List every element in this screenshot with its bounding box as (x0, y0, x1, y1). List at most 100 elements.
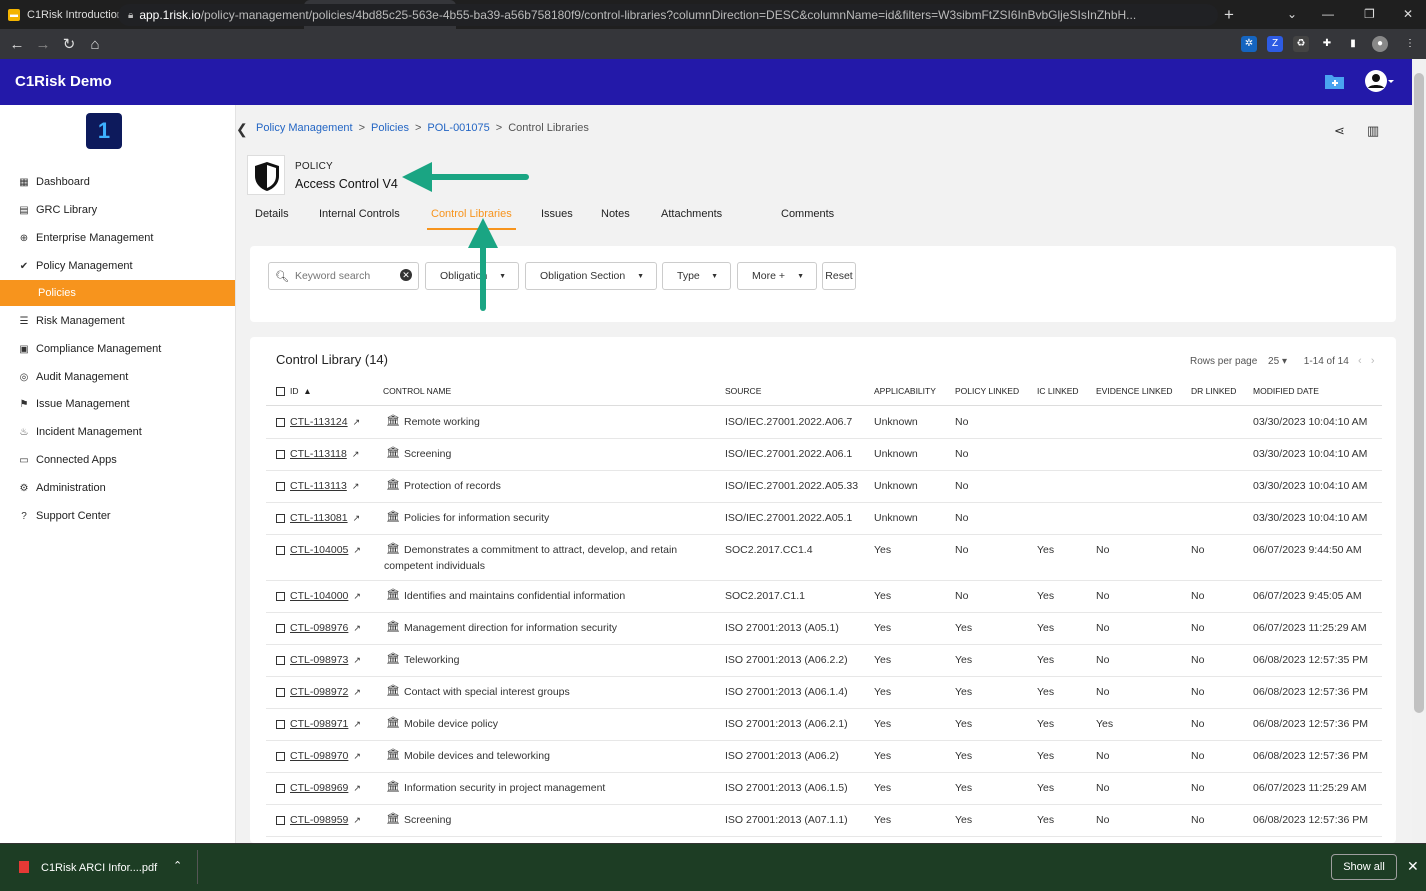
close-window-icon[interactable]: ✕ (1403, 0, 1413, 29)
sidebar-item-support-center[interactable]: ? Support Center (0, 503, 235, 529)
obligation-section-filter[interactable]: Obligation Section ▼ (525, 262, 657, 290)
control-id-link[interactable]: CTL-098959 (290, 814, 348, 826)
back-icon[interactable]: ← (4, 36, 30, 53)
row-checkbox[interactable] (276, 450, 285, 459)
prev-page-icon[interactable]: ‹ (1358, 355, 1362, 367)
column-header-policy-linked[interactable]: POLICY LINKED (955, 386, 1019, 396)
table-row[interactable]: CTL-098973 ↗ 🏛︎ Teleworking ISO 27001:2013 (… (266, 644, 1382, 677)
more-filter[interactable]: More + ▼ (737, 262, 817, 290)
sort-asc-icon[interactable]: ▲ (303, 386, 311, 396)
table-row[interactable]: CTL-113124 ↗ 🏛︎ Remote working ISO/IEC.27001… (266, 406, 1382, 439)
external-link-icon[interactable]: ↗ (353, 687, 361, 697)
table-row[interactable]: CTL-098976 ↗ 🏛︎ Management direction for in… (266, 612, 1382, 645)
tab-search-icon[interactable]: ⌄ (1287, 0, 1297, 29)
column-header-ic-linked[interactable]: IC LINKED (1037, 386, 1079, 396)
tab-control-libraries[interactable]: Control Libraries (427, 201, 516, 230)
tab-details[interactable]: Details (255, 201, 289, 230)
sidebar-item-policy-management[interactable]: ✔ Policy Management (0, 253, 235, 279)
control-id-link[interactable]: CTL-113113 (290, 480, 347, 492)
control-id-link[interactable]: CTL-098973 (290, 654, 348, 666)
recycle-extension-icon[interactable]: ♻ (1293, 36, 1309, 52)
external-link-icon[interactable]: ↗ (353, 655, 361, 665)
breadcrumb-policy-id[interactable]: POL-001075 (427, 122, 489, 134)
external-link-icon[interactable]: ↗ (353, 783, 361, 793)
tab-comments[interactable]: Comments (781, 201, 834, 230)
row-checkbox[interactable] (276, 816, 285, 825)
puzzle-icon[interactable]: ✚ (1319, 36, 1335, 52)
reload-icon[interactable]: ↻ (56, 35, 82, 53)
column-header-modified-date[interactable]: MODIFIED DATE (1253, 386, 1319, 396)
external-link-icon[interactable]: ↗ (353, 623, 361, 633)
column-header-control-name[interactable]: CONTROL NAME (383, 386, 451, 396)
forward-icon[interactable]: → (30, 36, 56, 53)
table-row[interactable]: CTL-104000 ↗ 🏛︎ Identifies and maintains co… (266, 580, 1382, 613)
home-icon[interactable]: ⌂ (82, 36, 108, 53)
control-id-link[interactable]: CTL-098969 (290, 782, 348, 794)
reset-button[interactable]: Reset (822, 262, 856, 290)
minimize-icon[interactable]: — (1322, 0, 1334, 29)
sidebar-item-dashboard[interactable]: ▦ Dashboard (0, 169, 235, 195)
tab-internal-controls[interactable]: Internal Controls (319, 201, 400, 230)
chevron-up-icon[interactable]: ⌃ (173, 859, 182, 872)
column-header-id[interactable]: ID ▲ (290, 386, 312, 396)
tab-attachments[interactable]: Attachments (661, 201, 722, 230)
column-header-source[interactable]: SOURCE (725, 386, 761, 396)
external-link-icon[interactable]: ↗ (353, 513, 361, 523)
sidebar-item-audit-management[interactable]: ◎ Audit Management (0, 364, 235, 390)
c1risk-logo[interactable]: 1 (86, 113, 122, 149)
column-header-evidence-linked[interactable]: EVIDENCE LINKED (1096, 386, 1173, 396)
table-row[interactable]: CTL-098972 ↗ 🏛︎ Contact with special intere… (266, 676, 1382, 709)
clear-search-icon[interactable]: ✕ (400, 269, 412, 281)
sidepanel-icon[interactable]: ▮ (1345, 36, 1361, 52)
table-row[interactable]: CTL-113118 ↗ 🏛︎ Screening ISO/IEC.27001.2022… (266, 438, 1382, 471)
row-checkbox[interactable] (276, 592, 285, 601)
restore-icon[interactable]: ❐ (1364, 0, 1375, 29)
breadcrumb-policies[interactable]: Policies (371, 122, 409, 134)
row-checkbox[interactable] (276, 482, 285, 491)
row-checkbox[interactable] (276, 624, 285, 633)
control-id-link[interactable]: CTL-098971 (290, 718, 348, 730)
extension-icon[interactable]: ✲ (1241, 36, 1257, 52)
control-id-link[interactable]: CTL-098972 (290, 686, 348, 698)
table-row[interactable]: CTL-098970 ↗ 🏛︎ Mobile devices and telework… (266, 740, 1382, 773)
search-input[interactable] (294, 270, 395, 282)
row-checkbox[interactable] (276, 688, 285, 697)
collapse-sidebar-icon[interactable]: ❮ (236, 121, 248, 138)
sidebar-item-administration[interactable]: ⚙ Administration (0, 475, 235, 501)
download-filename[interactable]: C1Risk ARCI Infor....pdf (41, 862, 157, 874)
table-row[interactable]: CTL-098971 ↗ 🏛︎ Mobile device policy ISO 270… (266, 708, 1382, 741)
profile-avatar-icon[interactable]: ● (1372, 36, 1388, 52)
tab-notes[interactable]: Notes (601, 201, 630, 230)
table-row[interactable]: CTL-113113 ↗ 🏛︎ Protection of records ISO/IE… (266, 470, 1382, 503)
external-link-icon[interactable]: ↗ (353, 591, 361, 601)
column-header-applicability[interactable]: APPLICABILITY (874, 386, 936, 396)
sidebar-item-incident-management[interactable]: ♨ Incident Management (0, 419, 235, 445)
sidebar-item-enterprise-management[interactable]: ⊕ Enterprise Management (0, 225, 235, 251)
control-id-link[interactable]: CTL-098970 (290, 750, 348, 762)
control-id-link[interactable]: CTL-104005 (290, 544, 348, 556)
add-folder-icon[interactable] (1324, 72, 1346, 90)
sidebar-item-issue-management[interactable]: ⚑ Issue Management (0, 391, 235, 417)
row-checkbox[interactable] (276, 752, 285, 761)
control-id-link[interactable]: CTL-113081 (290, 512, 348, 524)
show-all-button[interactable]: Show all (1331, 854, 1397, 880)
row-checkbox[interactable] (276, 546, 285, 555)
table-row[interactable]: CTL-098969 ↗ 🏛︎ Information security in pro… (266, 772, 1382, 805)
page-scrollbar[interactable] (1412, 59, 1426, 843)
control-id-link[interactable]: CTL-113118 (290, 448, 347, 460)
next-page-icon[interactable]: › (1371, 355, 1375, 367)
new-tab-button[interactable]: + (1224, 0, 1234, 29)
external-link-icon[interactable]: ↗ (353, 751, 361, 761)
sidebar-item-grc-library[interactable]: ▤ GRC Library (0, 197, 235, 223)
row-checkbox[interactable] (276, 418, 285, 427)
browser-menu-icon[interactable]: ⋮ (1402, 36, 1418, 52)
close-download-bar-icon[interactable]: ✕ (1407, 858, 1419, 875)
external-link-icon[interactable]: ↗ (353, 545, 361, 555)
control-id-link[interactable]: CTL-098976 (290, 622, 348, 634)
row-checkbox[interactable] (276, 514, 285, 523)
scrollbar-thumb[interactable] (1414, 73, 1424, 713)
row-checkbox[interactable] (276, 784, 285, 793)
column-header-dr-linked[interactable]: DR LINKED (1191, 386, 1236, 396)
control-id-link[interactable]: CTL-104000 (290, 590, 348, 602)
external-link-icon[interactable]: ↗ (353, 719, 361, 729)
